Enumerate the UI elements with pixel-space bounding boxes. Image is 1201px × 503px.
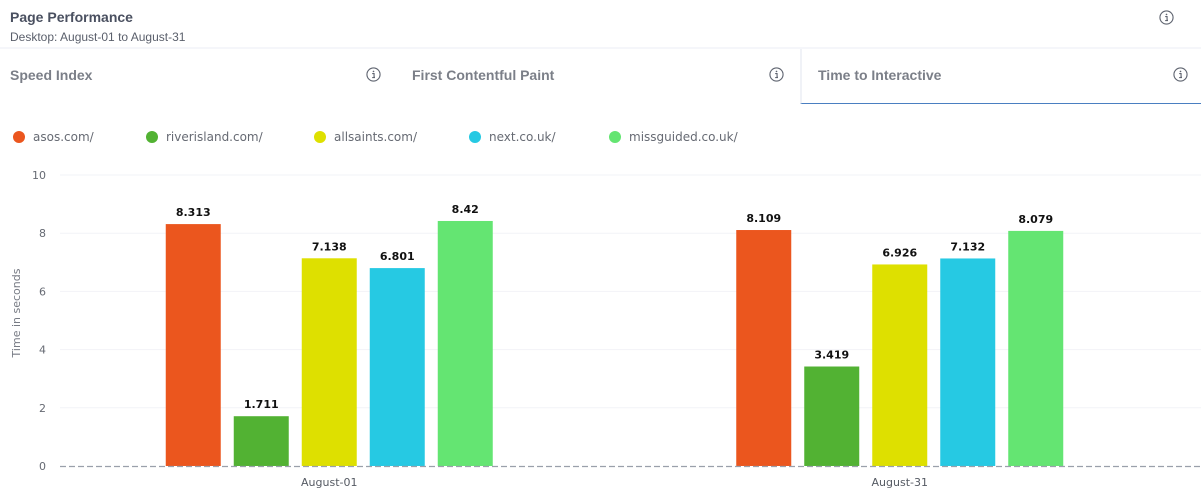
y-axis-ticks: 0 2 4 6 8 10 <box>32 169 46 473</box>
data-label: 1.711 <box>244 398 279 411</box>
legend-label: next.co.uk/ <box>489 130 556 144</box>
tab-label: First Contentful Paint <box>412 67 555 83</box>
y-tick-label: 8 <box>39 227 46 240</box>
bar-missguided-co-uk-august-31 <box>1008 230 1064 466</box>
info-circle-icon[interactable] <box>1173 67 1188 87</box>
x-axis-categories: August-01 August-31 <box>301 476 928 489</box>
legend-item-asos[interactable]: asos.com/ <box>13 126 94 148</box>
tab-first-contentful-paint[interactable]: First Contentful Paint <box>400 49 800 104</box>
tab-time-to-interactive[interactable]: Time to Interactive <box>800 49 1201 104</box>
widget-header: Page Performance Desktop: August-01 to A… <box>0 0 1201 47</box>
legend-item-allsaints[interactable]: allsaints.com/ <box>314 126 417 148</box>
data-label: 8.313 <box>176 206 211 219</box>
bar-allsaints-com-august-01 <box>301 258 357 466</box>
data-label: 7.132 <box>950 240 985 253</box>
bar-riverisland-com-august-31 <box>804 366 860 466</box>
legend-label: asos.com/ <box>33 130 94 144</box>
y-tick-label: 0 <box>39 460 46 473</box>
data-label: 3.419 <box>814 349 849 362</box>
widget-title: Page Performance <box>10 9 133 25</box>
chart-legend: asos.com/ riverisland.com/ allsaints.com… <box>0 126 1201 148</box>
y-tick-label: 2 <box>39 402 46 415</box>
tab-label: Time to Interactive <box>818 67 942 83</box>
legend-dot <box>13 131 25 143</box>
bar-chart: 0 2 4 6 8 10 Time in seconds 8.313 1.711 7.138 6… <box>10 169 1201 489</box>
data-label: 7.138 <box>312 240 347 253</box>
legend-item-next[interactable]: next.co.uk/ <box>469 126 556 148</box>
metric-tabs: Speed Index First Contentful Paint Time … <box>0 47 1201 104</box>
y-tick-label: 10 <box>32 169 46 182</box>
legend-label: allsaints.com/ <box>334 130 418 144</box>
legend-dot <box>609 131 621 143</box>
bar-allsaints-com-august-31 <box>872 264 928 466</box>
data-label: 8.079 <box>1018 213 1053 226</box>
date-range-subtitle: Desktop: August-01 to August-31 <box>10 30 186 44</box>
info-circle-icon[interactable] <box>1159 10 1174 30</box>
legend-label: riverisland.com/ <box>166 130 263 144</box>
data-label: 8.109 <box>746 212 781 225</box>
data-label: 8.42 <box>452 203 479 216</box>
tab-label: Speed Index <box>10 67 93 83</box>
legend-item-riverisland[interactable]: riverisland.com/ <box>146 126 263 148</box>
x-category-label: August-01 <box>301 476 357 489</box>
bar-next-co-uk-august-31 <box>940 258 996 466</box>
data-label: 6.926 <box>882 246 917 259</box>
y-axis-title: Time in seconds <box>10 268 23 358</box>
x-category-label: August-31 <box>872 476 928 489</box>
y-tick-label: 6 <box>39 285 46 298</box>
tab-speed-index[interactable]: Speed Index <box>0 49 400 104</box>
bars <box>165 220 1064 466</box>
bar-missguided-co-uk-august-01 <box>437 220 493 466</box>
data-label: 6.801 <box>380 250 415 263</box>
info-circle-icon[interactable] <box>366 67 381 87</box>
legend-dot <box>314 131 326 143</box>
bar-next-co-uk-august-01 <box>369 268 425 466</box>
legend-label: missguided.co.uk/ <box>629 130 738 144</box>
info-circle-icon[interactable] <box>769 67 784 87</box>
legend-dot <box>146 131 158 143</box>
bar-riverisland-com-august-01 <box>233 416 289 466</box>
legend-dot <box>469 131 481 143</box>
bar-asos-com-august-01 <box>165 224 221 466</box>
legend-item-missguided[interactable]: missguided.co.uk/ <box>609 126 738 148</box>
bar-asos-com-august-31 <box>736 230 792 466</box>
y-tick-label: 4 <box>39 344 46 357</box>
